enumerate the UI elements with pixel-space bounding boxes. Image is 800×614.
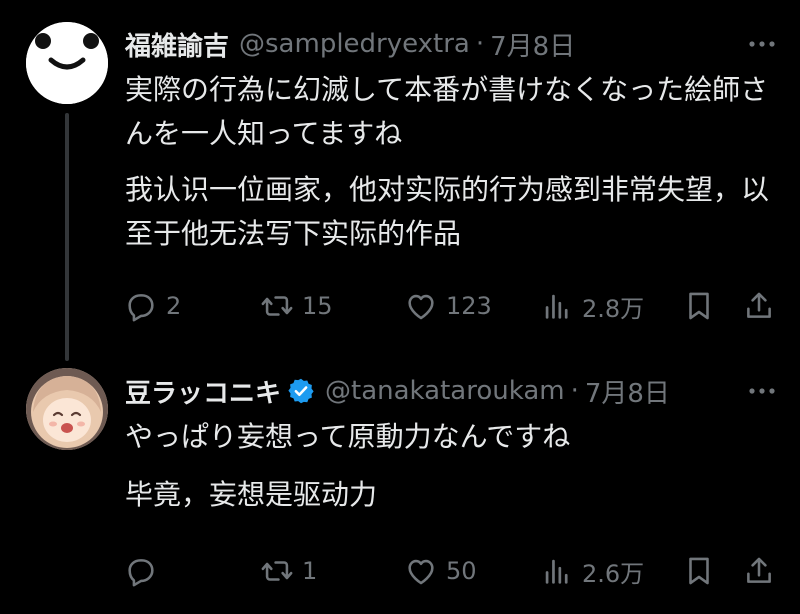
share-icon [747,557,771,583]
avatar[interactable] [26,368,108,450]
avatar[interactable] [26,22,108,104]
like-icon [408,294,434,320]
share-icon [747,292,771,318]
retweet-button[interactable]: 1 [260,549,317,593]
tweet-translation: 我认识一位画家，他对实际的行为感到非常失望，以至于他无法写下实际的作品 [125,173,770,250]
bookmark-icon [689,557,709,585]
more-icon[interactable] [744,30,780,58]
reply-button[interactable]: 2 [124,284,181,328]
anime-avatar-icon [26,368,108,450]
like-icon [408,559,434,585]
reply-button[interactable] [124,549,166,593]
thread-line [65,113,69,361]
retweet-count: 1 [302,557,318,585]
bookmark-button[interactable] [682,284,716,328]
retweet-button[interactable]: 15 [260,284,333,328]
reply-count: 2 [166,292,182,320]
tweet-translation: 毕竟，妄想是驱动力 [125,478,378,511]
verified-badge-icon[interactable] [287,377,315,405]
tweet-actions: 2 15 123 2.8万 [120,284,780,328]
retweet-count: 15 [302,292,333,320]
views-button[interactable]: 2.6万 [540,549,644,593]
tweet-text: 実際の行為に幻滅して本番が書けなくなった絵師さんを一人知ってますね [125,73,769,150]
tweet-date[interactable]: 7月8日 [490,26,575,63]
tweet-date[interactable]: 7月8日 [585,373,670,410]
like-count: 123 [446,292,492,320]
tweet-actions: 1 50 2.6万 [120,549,780,593]
tweet-header: 福雑諭吉 @sampledryextra · 7月8日 [125,26,780,62]
reply-icon [128,294,154,322]
retweet-icon [261,561,293,581]
tweet-header: 豆ラッコニキ @tanakataroukam · 7月8日 [125,373,780,409]
more-icon[interactable] [744,377,780,405]
tweet-text: やっぱり妄想って原動力なんですね [125,420,571,453]
view-count: 2.6万 [582,559,645,588]
display-name[interactable]: 福雑諭吉 [125,26,229,63]
separator-dot: · [475,29,485,59]
views-button[interactable]: 2.8万 [540,284,644,328]
bookmark-button[interactable] [682,549,716,593]
views-icon [545,559,568,584]
view-count: 2.8万 [582,294,645,323]
tweet[interactable]: 福雑諭吉 @sampledryextra · 7月8日 実際の行為に幻滅して本番… [0,0,800,361]
views-icon [545,294,568,319]
user-handle[interactable]: @tanakataroukam [325,376,565,406]
bookmark-icon [689,292,709,320]
display-name[interactable]: 豆ラッコニキ [125,373,281,410]
user-handle[interactable]: @sampledryextra [239,29,470,59]
share-button[interactable] [742,549,776,593]
share-button[interactable] [742,284,776,328]
like-button[interactable]: 123 [404,284,492,328]
like-button[interactable]: 50 [404,549,477,593]
smiley-avatar-icon [26,22,108,104]
like-count: 50 [446,557,477,585]
reply-icon [128,559,154,587]
separator-dot: · [570,376,579,406]
tweet[interactable]: 豆ラッコニキ @tanakataroukam · 7月8日 やっぱり妄想って原動… [0,340,800,614]
retweet-icon [261,296,293,316]
